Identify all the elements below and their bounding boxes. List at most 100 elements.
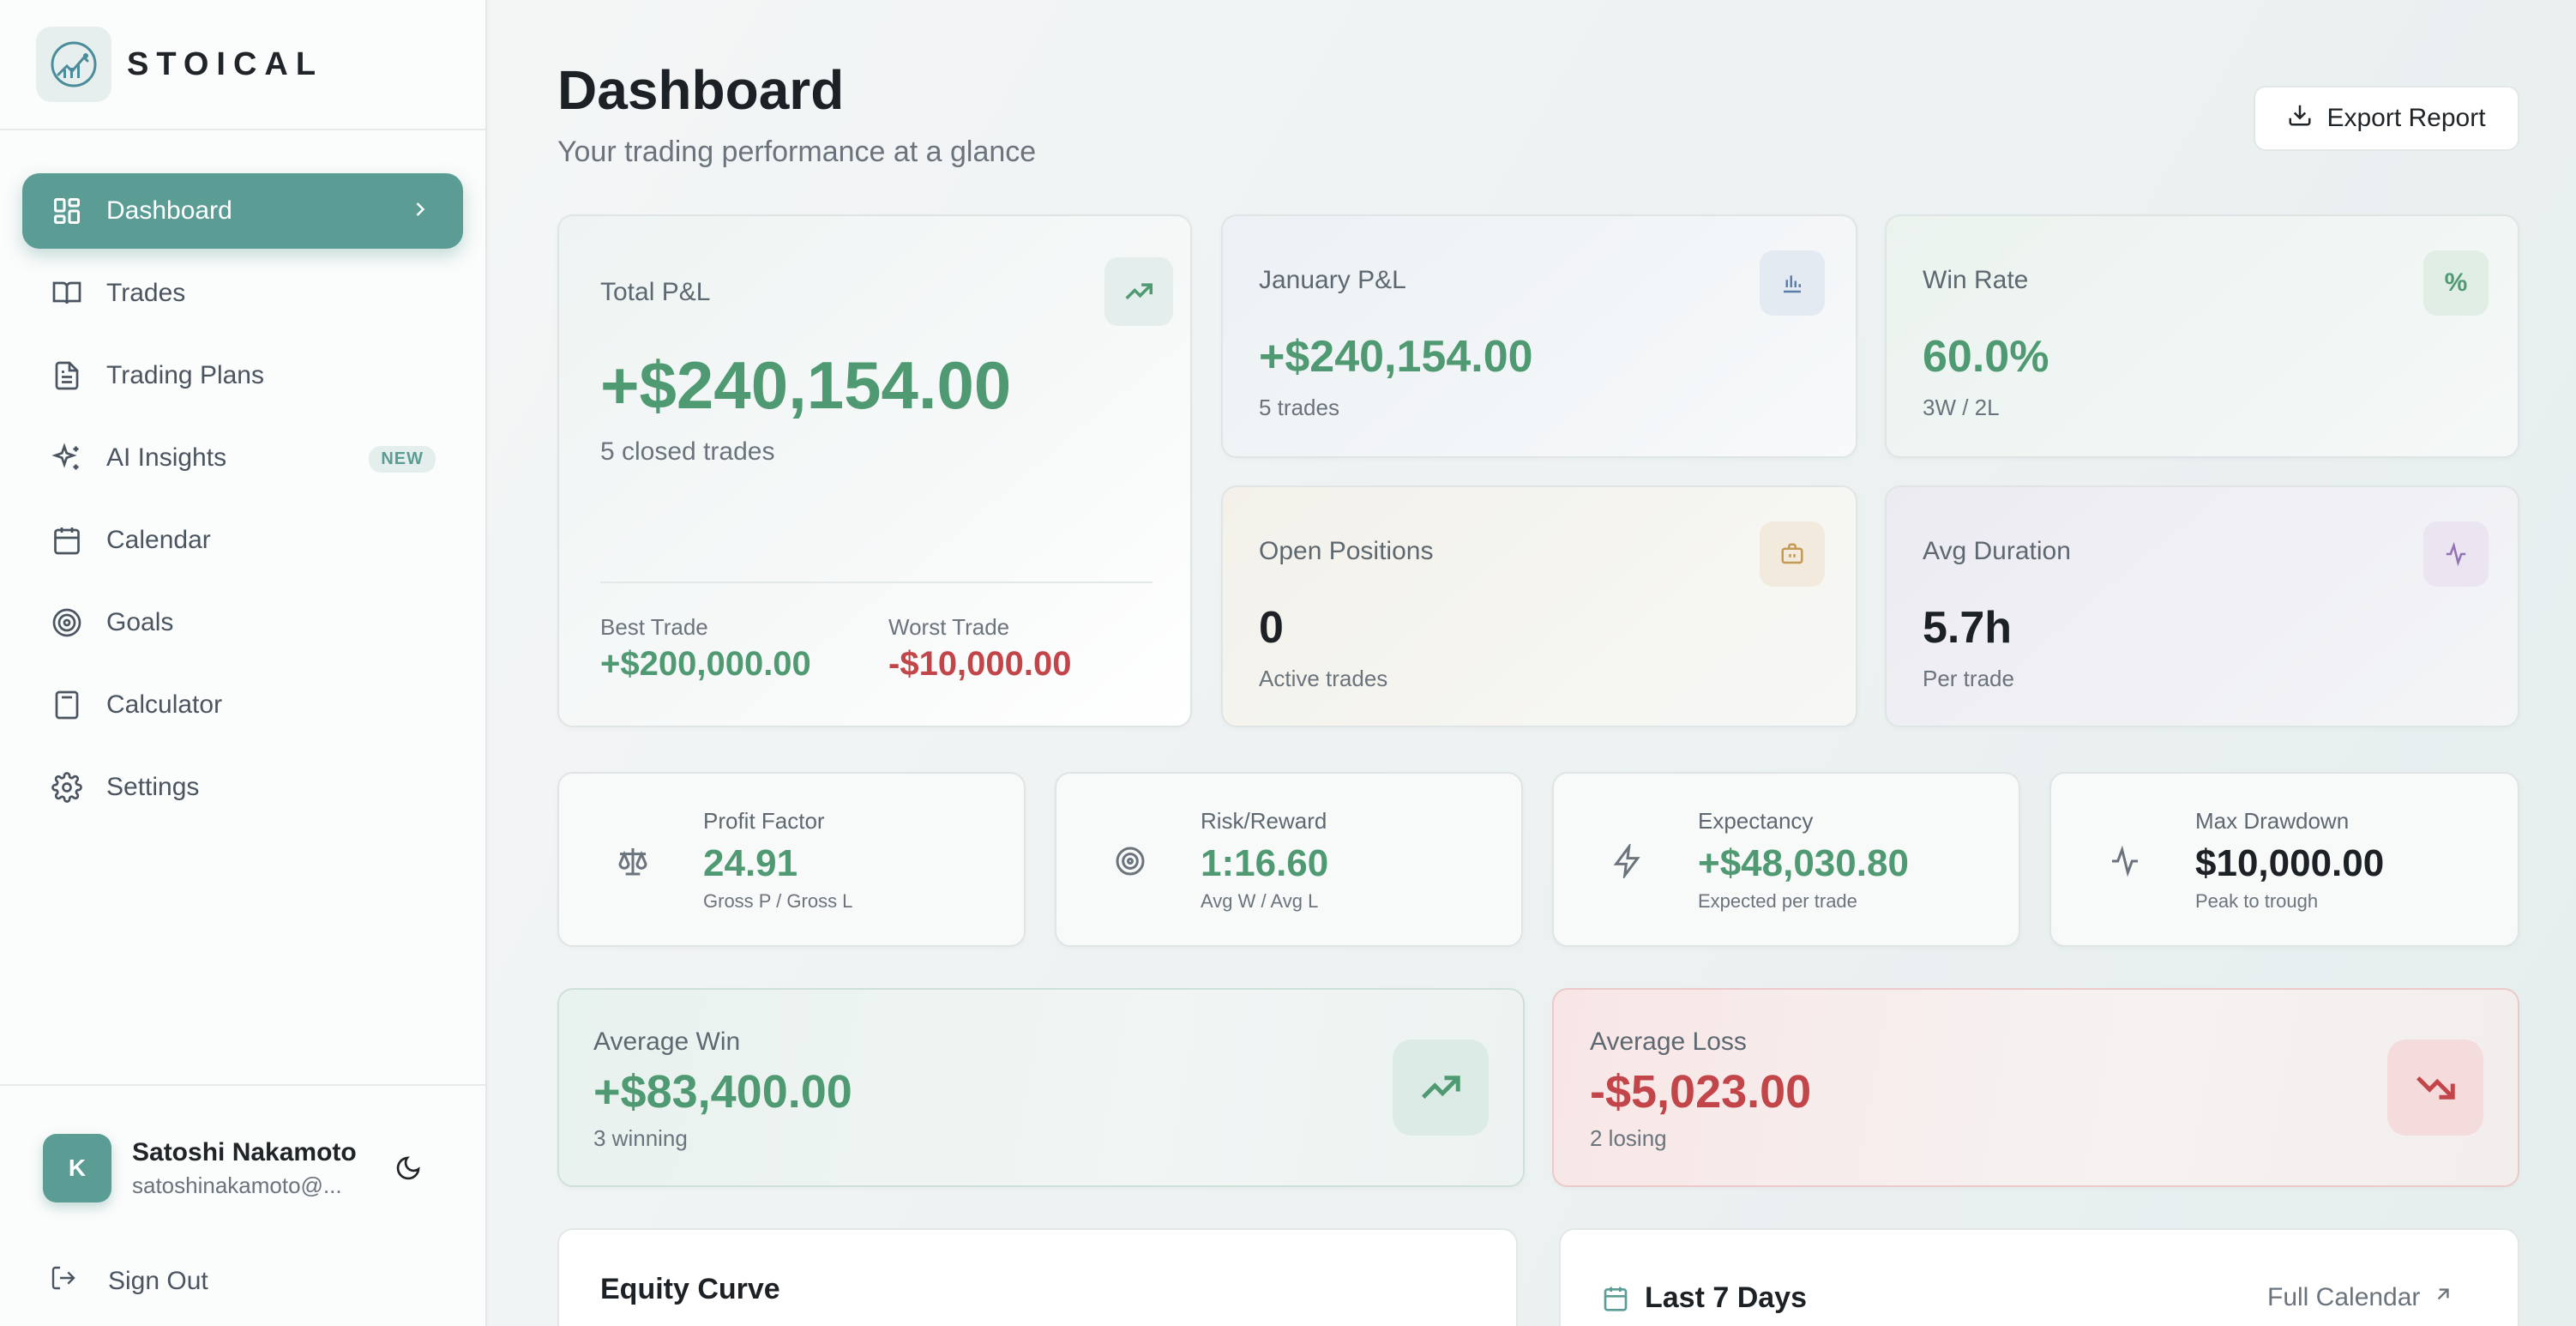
sidebar-item-trades[interactable]: Trades [22,256,463,331]
card-sub: Per trade [1923,666,2014,691]
avatar: K [43,1134,111,1202]
profit-factor-card[interactable]: Profit Factor 24.91 Gross P / Gross L [557,772,1026,947]
card-label: January P&L [1259,266,1406,294]
average-loss-card[interactable]: Average Loss -$5,023.00 2 losing [1552,988,2519,1187]
user-profile[interactable]: K Satoshi Nakamoto satoshinakamoto@... [43,1134,357,1202]
export-report-button[interactable]: Export Report [2254,86,2519,151]
target-icon [50,606,84,640]
sidebar-item-calculator[interactable]: Calculator [22,667,463,743]
export-label: Export Report [2326,104,2486,132]
worst-trade-label: Worst Trade [888,614,1010,640]
metric-sub: Expected per trade [1698,890,1857,912]
january-pnl-card[interactable]: January P&L +$240,154.00 5 trades [1221,214,1857,458]
trending-up-icon [1393,1040,1489,1136]
card-label: Total P&L [600,278,711,306]
calendar-icon [1602,1285,1629,1317]
expectancy-card[interactable]: Expectancy +$48,030.80 Expected per trad… [1552,772,2020,947]
logo-icon[interactable] [36,27,111,102]
sidebar-item-label: Trades [106,279,186,307]
grid-icon [50,194,84,228]
download-icon [2287,102,2313,135]
calendar-icon [50,523,84,558]
card-label: Open Positions [1259,537,1434,565]
card-sub: 2 losing [1590,1125,1667,1151]
win-rate-card[interactable]: Win Rate % 60.0% 3W / 2L [1885,214,2519,458]
trending-up-icon [1104,257,1173,326]
sidebar-item-label: Goals [106,608,174,636]
sidebar-item-ai-insights[interactable]: AI Insights NEW [22,420,463,496]
average-win-card[interactable]: Average Win +$83,400.00 3 winning [557,988,1525,1187]
open-positions-card[interactable]: Open Positions 0 Active trades [1221,485,1857,727]
logout-icon [50,1264,77,1299]
total-pnl-card[interactable]: Total P&L +$240,154.00 5 closed trades B… [557,214,1192,727]
card-value: -$5,023.00 [1590,1066,1812,1118]
arrow-up-right-icon [2432,1283,2454,1312]
user-name: Satoshi Nakamoto [132,1137,357,1166]
sidebar-item-label: AI Insights [106,443,227,472]
card-value: 60.0% [1923,332,2049,382]
metric-sub: Gross P / Gross L [703,890,853,912]
target-icon [1096,827,1165,895]
card-label: Average Win [593,1028,741,1056]
card-value: 0 [1259,603,1284,653]
card-sub: Active trades [1259,666,1388,691]
worst-trade-value: -$10,000.00 [888,645,1072,683]
full-calendar-link[interactable]: Full Calendar [2267,1283,2454,1312]
metric-label: Profit Factor [703,808,825,834]
sidebar-nav: Dashboard Trades Trading Plans AI Insigh… [0,130,485,825]
sidebar-item-settings[interactable]: Settings [22,750,463,825]
user-text: Satoshi Nakamoto satoshinakamoto@... [132,1138,357,1199]
sidebar-item-calendar[interactable]: Calendar [22,503,463,578]
card-sub: 3W / 2L [1923,395,2000,420]
card-value: +$83,400.00 [593,1066,852,1118]
best-trade-value: +$200,000.00 [600,645,811,683]
calculator-icon [50,688,84,722]
user-email: satoshinakamoto@... [132,1172,342,1198]
sidebar-item-label: Settings [106,773,200,801]
risk-reward-card[interactable]: Risk/Reward 1:16.60 Avg W / Avg L [1055,772,1523,947]
max-drawdown-card[interactable]: Max Drawdown $10,000.00 Peak to trough [2049,772,2519,947]
best-trade-label: Best Trade [600,614,708,640]
percent-icon: % [2423,250,2489,316]
activity-icon [2091,827,2159,895]
metric-value: +$48,030.80 [1698,842,1909,884]
sidebar: STOICAL Dashboard Trades Trading Plans A… [0,0,487,1326]
metric-label: Risk/Reward [1201,808,1327,834]
card-sub: 5 trades [1259,395,1339,420]
sidebar-item-dashboard[interactable]: Dashboard [22,173,463,249]
gear-icon [50,770,84,805]
main-content: Dashboard Your trading performance at a … [489,0,2576,1326]
metric-value: 24.91 [703,842,798,884]
card-value: +$240,154.00 [1259,332,1533,382]
divider [600,582,1153,583]
sidebar-item-goals[interactable]: Goals [22,585,463,660]
card-label: Win Rate [1923,266,2029,294]
briefcase-icon [1760,521,1825,587]
metric-value: $10,000.00 [2195,842,2385,884]
book-icon [50,276,84,310]
metric-value: 1:16.60 [1201,842,1329,884]
sign-out-label: Sign Out [108,1267,208,1295]
metric-sub: Avg W / Avg L [1201,890,1319,912]
moon-icon[interactable] [394,1154,422,1186]
metric-label: Max Drawdown [2195,808,2350,834]
document-icon [50,359,84,393]
full-calendar-label: Full Calendar [2267,1283,2421,1311]
new-badge: NEW [369,446,436,473]
card-value: 5.7h [1923,603,2013,653]
card-sub: 3 winning [593,1125,688,1151]
last-7-days-title: Last 7 Days [1645,1281,1807,1314]
page-title: Dashboard [557,59,845,121]
trending-down-icon [2387,1040,2483,1136]
metric-sub: Peak to trough [2195,890,2319,912]
sparkles-icon [50,441,84,475]
bar-chart-icon [1760,250,1825,316]
page-subtitle: Your trading performance at a glance [557,136,1037,168]
chevron-right-icon [408,197,432,228]
equity-curve-title: Equity Curve [600,1273,780,1305]
avg-duration-card[interactable]: Avg Duration 5.7h Per trade [1885,485,2519,727]
sign-out-button[interactable]: Sign Out [50,1264,208,1299]
sidebar-item-trading-plans[interactable]: Trading Plans [22,338,463,413]
brand-name: STOICAL [127,45,324,82]
sidebar-item-label: Dashboard [106,196,232,225]
